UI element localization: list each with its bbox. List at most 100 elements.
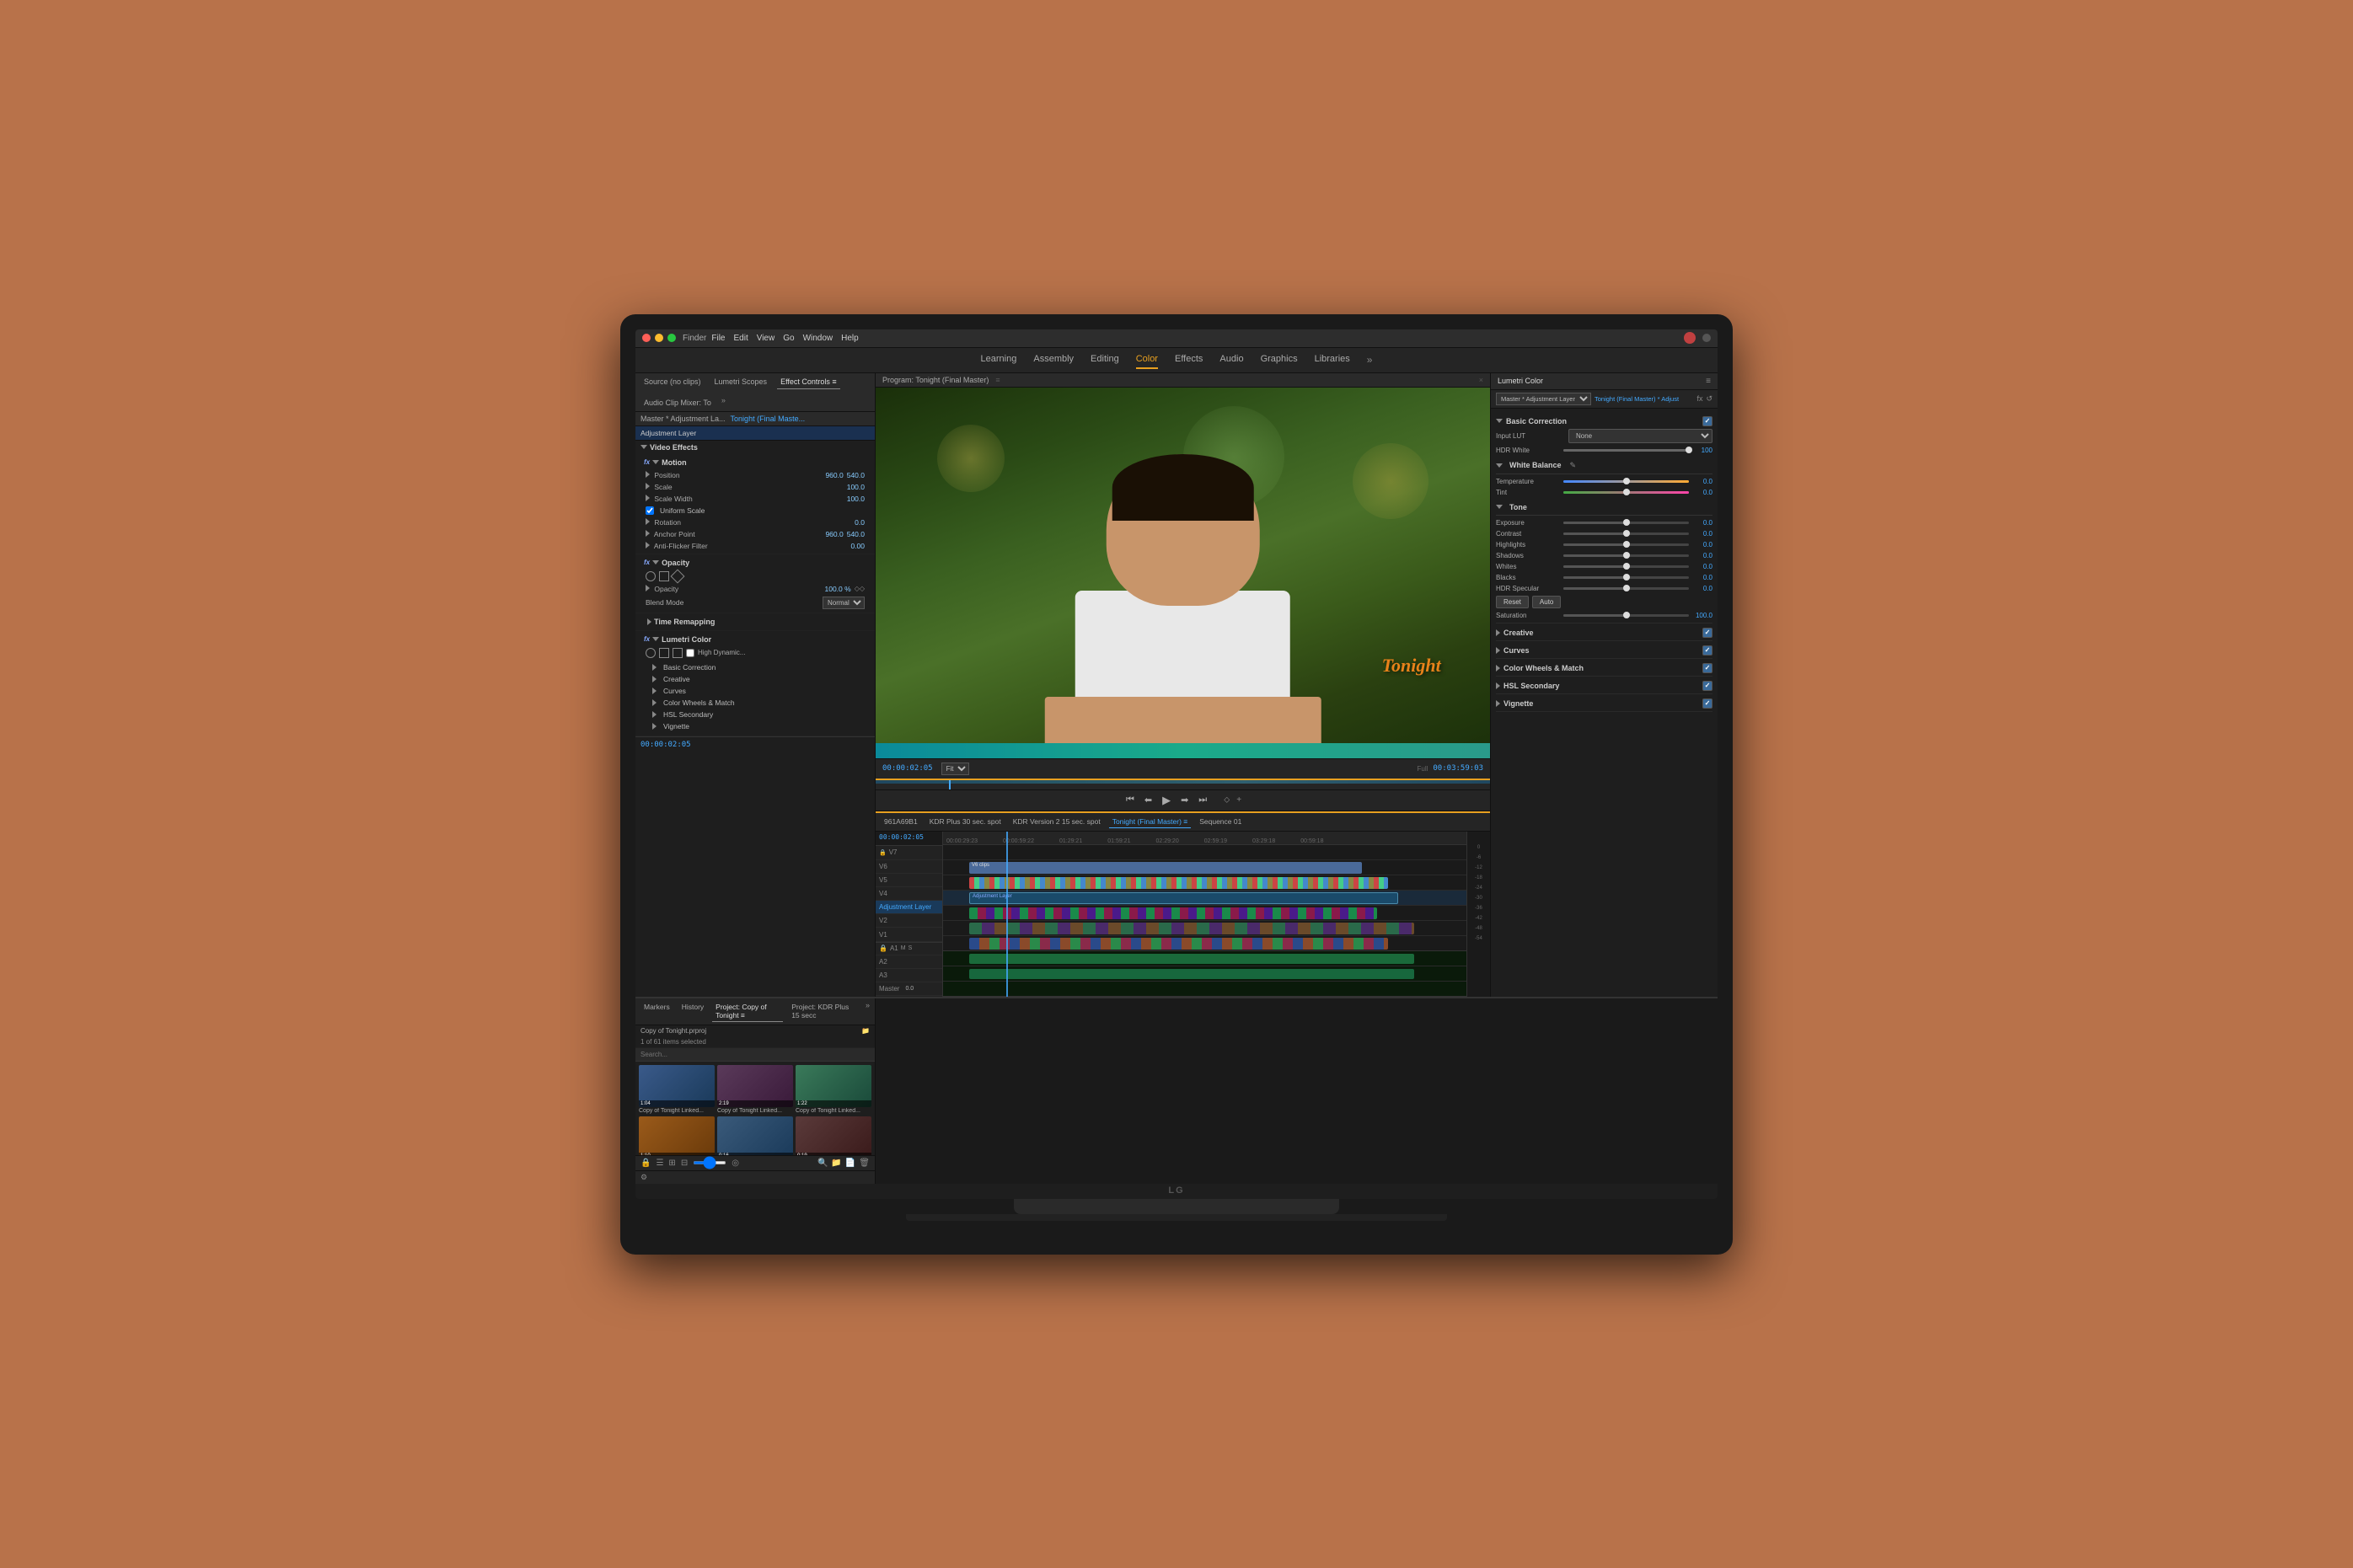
tab-libraries[interactable]: Libraries <box>1315 351 1350 369</box>
contrast-slider[interactable] <box>1563 532 1689 535</box>
minimize-button[interactable] <box>655 334 663 342</box>
tab-lumetri-scopes[interactable]: Lumetri Scopes <box>711 375 771 389</box>
track-content[interactable]: 00:00:29:23 00:00:59:22 01:29:21 01:59:2… <box>943 832 1466 997</box>
fit-dropdown[interactable]: Fit <box>941 763 969 775</box>
tab-audio-clip-mixer[interactable]: Audio Clip Mixer: To <box>641 396 715 409</box>
menu-help[interactable]: Help <box>841 334 859 343</box>
tab-editing[interactable]: Editing <box>1091 351 1119 369</box>
basic-correction-hdr[interactable]: Basic Correction ✓ <box>1496 414 1712 429</box>
white-balance-toggle[interactable]: White Balance ✎ <box>1496 458 1712 474</box>
automate-icon[interactable]: ◎ <box>732 1159 739 1168</box>
add-icon[interactable]: + <box>1236 795 1241 805</box>
a1-audio-clip[interactable] <box>969 954 1414 964</box>
go-start-button[interactable]: ⏮ <box>1124 794 1136 806</box>
scale-width-value[interactable]: 100.0 <box>847 495 865 503</box>
master-layer-select[interactable]: Master * Adjustment Layer <box>1496 393 1591 405</box>
more-tabs-icon[interactable]: » <box>1367 354 1373 366</box>
play-button[interactable]: ▶ <box>1160 793 1172 808</box>
maximize-button[interactable] <box>667 334 676 342</box>
v1-clips[interactable] <box>969 938 1388 950</box>
delete-icon[interactable]: 🗑 <box>859 1159 870 1168</box>
input-lut-select[interactable]: None <box>1568 429 1712 443</box>
tl-tab-seq01[interactable]: Sequence 01 <box>1196 816 1245 828</box>
slider-icon[interactable]: ⊟ <box>681 1159 688 1168</box>
whites-slider[interactable] <box>1563 565 1689 568</box>
search-icon[interactable] <box>1702 334 1711 342</box>
grid-view-icon[interactable]: ⊞ <box>668 1159 675 1168</box>
add-marker-icon[interactable]: ⬦ <box>1224 795 1230 805</box>
hdr-white-slider[interactable] <box>1563 449 1689 452</box>
menu-go[interactable]: Go <box>783 334 794 343</box>
high-dynamic-checkbox[interactable] <box>686 649 694 657</box>
position-x[interactable]: 960.0 <box>825 471 843 479</box>
time-remapping-header[interactable]: Time Remapping <box>639 615 871 629</box>
curves-row[interactable]: Curves <box>646 685 865 697</box>
rotation-value[interactable]: 0.0 <box>855 518 865 527</box>
color-wheels-row[interactable]: Color Wheels & Match <box>646 697 865 709</box>
tint-slider[interactable] <box>1563 491 1689 494</box>
curves-hdr[interactable]: Curves ✓ <box>1496 643 1712 658</box>
more-panels-icon[interactable]: » <box>721 396 726 409</box>
new-item-icon[interactable]: 📄 <box>845 1159 855 1168</box>
eyedropper-icon[interactable]: ✎ <box>1570 461 1577 470</box>
position-y[interactable]: 540.0 <box>847 471 865 479</box>
breadcrumb-tonight[interactable]: Tonight (Final Maste... <box>731 415 806 423</box>
list-view-icon[interactable]: ☰ <box>656 1159 663 1168</box>
creative-row[interactable]: Creative <box>646 673 865 685</box>
menu-view[interactable]: View <box>757 334 775 343</box>
close-button[interactable] <box>642 334 651 342</box>
settings-icon[interactable]: ⚙ <box>641 1173 647 1182</box>
thumb-img-2[interactable]: 2:19 <box>717 1065 793 1108</box>
temperature-slider[interactable] <box>1563 480 1689 483</box>
v6-clip[interactable]: V6 clips <box>969 862 1362 874</box>
tab-audio[interactable]: Audio <box>1219 351 1243 369</box>
uniform-scale-checkbox[interactable] <box>646 506 654 515</box>
scrub-bar[interactable] <box>876 779 1490 790</box>
tab-graphics[interactable]: Graphics <box>1261 351 1298 369</box>
step-back-button[interactable]: ⬅ <box>1143 794 1154 806</box>
tab-markers[interactable]: Markers <box>641 1001 673 1022</box>
scale-value[interactable]: 100.0 <box>847 483 865 491</box>
hsl-secondary-row[interactable]: HSL Secondary <box>646 709 865 720</box>
hsl-secondary-toggle[interactable]: ✓ <box>1702 681 1712 691</box>
highlights-slider[interactable] <box>1563 543 1689 546</box>
search-proj-icon[interactable]: 🔍 <box>817 1159 828 1168</box>
breadcrumb-master[interactable]: Master * Adjustment La... <box>641 415 726 423</box>
anti-flicker-value[interactable]: 0.00 <box>850 542 865 550</box>
opacity-value[interactable]: 100.0 % <box>824 585 850 593</box>
tl-tab-kdr15[interactable]: KDR Version 2 15 sec. spot <box>1010 816 1104 828</box>
tab-project-kdr[interactable]: Project: KDR Plus 15 secc <box>788 1001 860 1022</box>
lock-icon[interactable]: 🔒 <box>641 1159 651 1168</box>
lumetri-color-header[interactable]: fx Lumetri Color <box>639 633 871 646</box>
saturation-slider[interactable] <box>1563 614 1689 617</box>
auto-button[interactable]: Auto <box>1532 596 1561 608</box>
video-effects-header[interactable]: Video Effects <box>635 441 875 454</box>
menu-file[interactable]: File <box>711 334 725 343</box>
hsl-secondary-hdr[interactable]: HSL Secondary ✓ <box>1496 678 1712 693</box>
vignette-toggle[interactable]: ✓ <box>1702 698 1712 709</box>
color-wheels-hdr[interactable]: Color Wheels & Match ✓ <box>1496 661 1712 676</box>
opacity-header[interactable]: fx Opacity <box>639 556 871 570</box>
uniform-scale-row[interactable]: Uniform Scale <box>639 505 871 516</box>
more-bl-tabs-icon[interactable]: » <box>866 1001 870 1022</box>
tab-project-tonight[interactable]: Project: Copy of Tonight ≡ <box>712 1001 783 1022</box>
color-wheels-toggle[interactable]: ✓ <box>1702 663 1712 673</box>
tone-toggle[interactable]: Tone <box>1496 500 1712 516</box>
tl-tab-961[interactable]: 961A69B1 <box>881 816 921 828</box>
anchor-x[interactable]: 960.0 <box>825 530 843 538</box>
tab-assembly[interactable]: Assembly <box>1033 351 1074 369</box>
menu-edit[interactable]: Edit <box>733 334 748 343</box>
basic-correction-row[interactable]: Basic Correction <box>646 661 865 673</box>
step-forward-button[interactable]: ➡ <box>1179 794 1190 806</box>
v2-clips[interactable] <box>969 923 1414 934</box>
shadows-slider[interactable] <box>1563 554 1689 557</box>
project-search[interactable] <box>635 1048 875 1062</box>
lumetri-menu-icon[interactable]: ≡ <box>1706 377 1711 386</box>
curves-toggle[interactable]: ✓ <box>1702 645 1712 656</box>
blend-mode-select[interactable]: Normal <box>823 597 865 609</box>
new-folder-icon[interactable]: 📁 <box>831 1159 841 1168</box>
a2-audio-clip[interactable] <box>969 969 1414 979</box>
thumb-img-6[interactable]: 0:19 <box>796 1116 871 1154</box>
tab-history[interactable]: History <box>678 1001 707 1022</box>
v3-clips[interactable] <box>969 907 1377 919</box>
